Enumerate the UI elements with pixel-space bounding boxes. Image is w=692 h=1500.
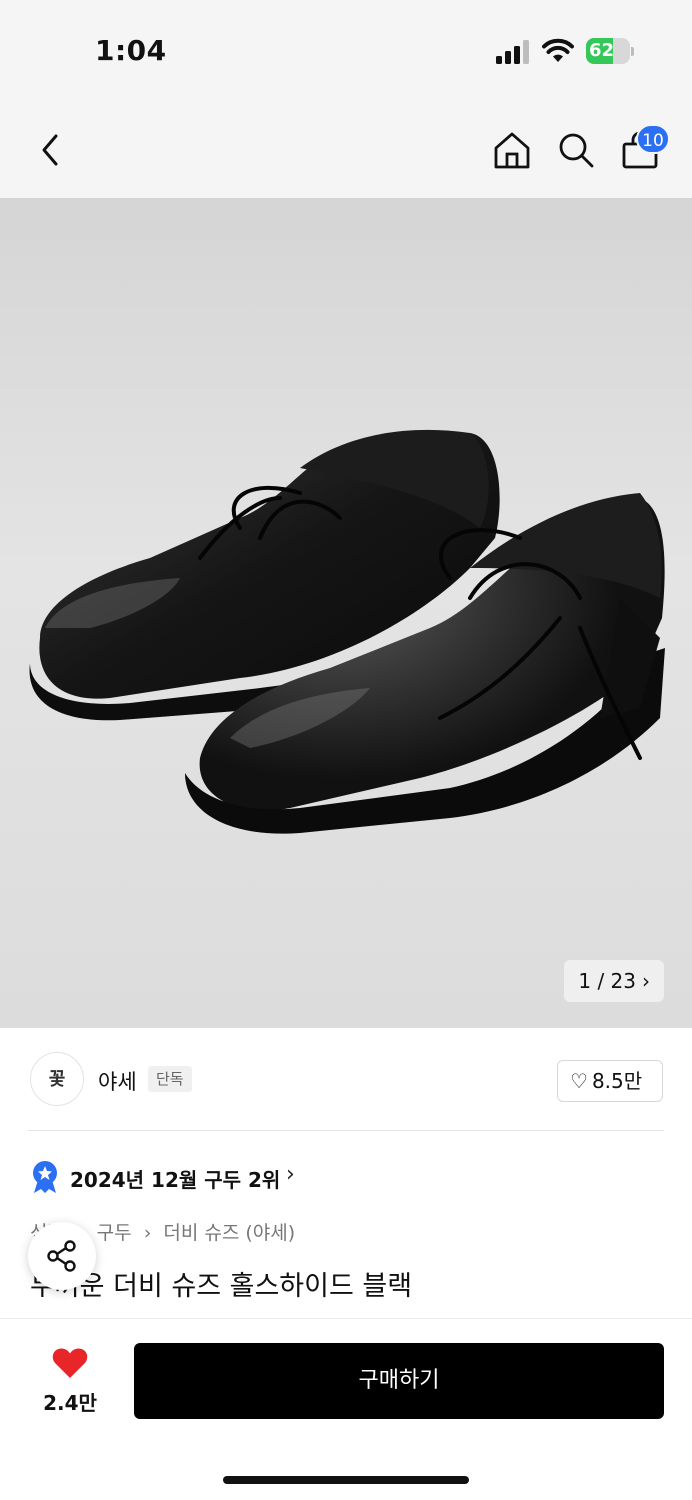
search-icon[interactable]	[556, 130, 596, 170]
brand-row: 꽃 야세 단독 ♡ 8.5만	[0, 1030, 692, 1130]
battery-icon: 62	[586, 38, 634, 64]
image-counter[interactable]: 1 / 23 ›	[564, 960, 664, 1002]
cart-count-badge: 10	[636, 124, 670, 154]
wifi-icon	[542, 38, 574, 62]
home-icon[interactable]	[492, 130, 532, 170]
derby-shoes-image	[29, 429, 665, 834]
status-bar: 1:04 62	[0, 0, 692, 100]
status-time: 1:04	[95, 34, 167, 67]
wish-count: 2.4만	[43, 1391, 97, 1415]
product-image-carousel[interactable]: 1 / 23 ›	[0, 198, 692, 1028]
signal-icon	[496, 40, 529, 64]
chevron-right-icon: ›	[642, 969, 650, 993]
share-button[interactable]	[28, 1222, 96, 1290]
brand-like-button[interactable]: ♡ 8.5만	[557, 1060, 663, 1102]
breadcrumb-item[interactable]: 구두	[97, 1222, 132, 1244]
chevron-right-icon: ›	[286, 1162, 295, 1187]
brand-name[interactable]: 야세	[98, 1066, 137, 1096]
chevron-right-icon: ›	[143, 1222, 152, 1244]
share-icon	[47, 1240, 76, 1272]
heart-filled-icon	[52, 1348, 88, 1378]
breadcrumb-item[interactable]: 더비 슈즈 (야세)	[163, 1222, 295, 1244]
buy-button[interactable]: 구매하기	[134, 1343, 664, 1419]
heart-outline-icon: ♡	[570, 1069, 588, 1093]
battery-level: 62	[589, 40, 615, 61]
exclusive-tag: 단독	[148, 1066, 192, 1092]
brand-like-count: 8.5만	[591, 1069, 643, 1093]
bottom-action-bar: 2.4만 구매하기	[0, 1318, 692, 1500]
image-counter-text: 1 / 23	[578, 969, 636, 993]
wish-button[interactable]: 2.4만	[28, 1343, 112, 1421]
back-icon[interactable]	[34, 130, 66, 170]
ranking-badge-icon	[33, 1161, 57, 1193]
divider	[28, 1130, 664, 1131]
brand-logo[interactable]: 꽃	[30, 1052, 84, 1106]
top-nav: 10	[0, 100, 692, 198]
ranking-text: 2024년 12월 구두 2위	[70, 1168, 281, 1192]
home-indicator	[223, 1476, 469, 1484]
